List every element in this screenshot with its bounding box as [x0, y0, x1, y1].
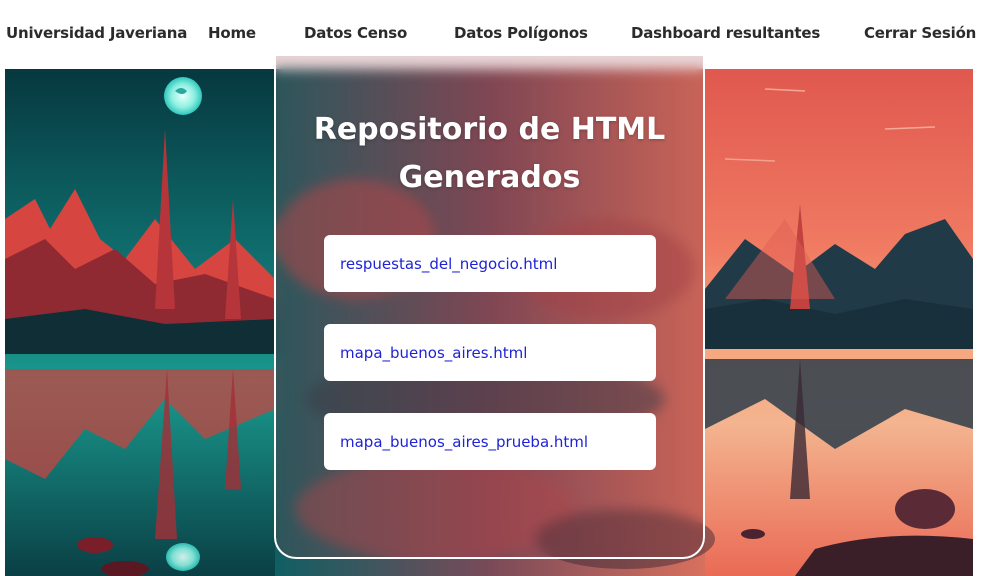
html-repository-panel: Repositorio de HTML Generados respuestas… [274, 56, 705, 559]
file-link-mapa-buenos-aires[interactable]: mapa_buenos_aires.html [324, 324, 656, 381]
nav-brand-link[interactable]: Universidad Javeriana [6, 24, 187, 42]
nav-home-link[interactable]: Home [208, 24, 256, 42]
panel-title-line-1: Repositorio de HTML [313, 112, 666, 147]
nav-datos-censo-link[interactable]: Datos Censo [304, 24, 407, 42]
nav-dashboard-link[interactable]: Dashboard resultantes [631, 24, 820, 42]
nav-datos-poligonos-link[interactable]: Datos Polígonos [454, 24, 588, 42]
file-link-respuestas-del-negocio[interactable]: respuestas_del_negocio.html [324, 235, 656, 292]
panel-title-line-2: Generados [398, 160, 581, 195]
nav-logout-link[interactable]: Cerrar Sesión [864, 24, 976, 42]
file-link-mapa-buenos-aires-prueba[interactable]: mapa_buenos_aires_prueba.html [324, 413, 656, 470]
panel-title: Repositorio de HTML Generados [276, 106, 703, 202]
